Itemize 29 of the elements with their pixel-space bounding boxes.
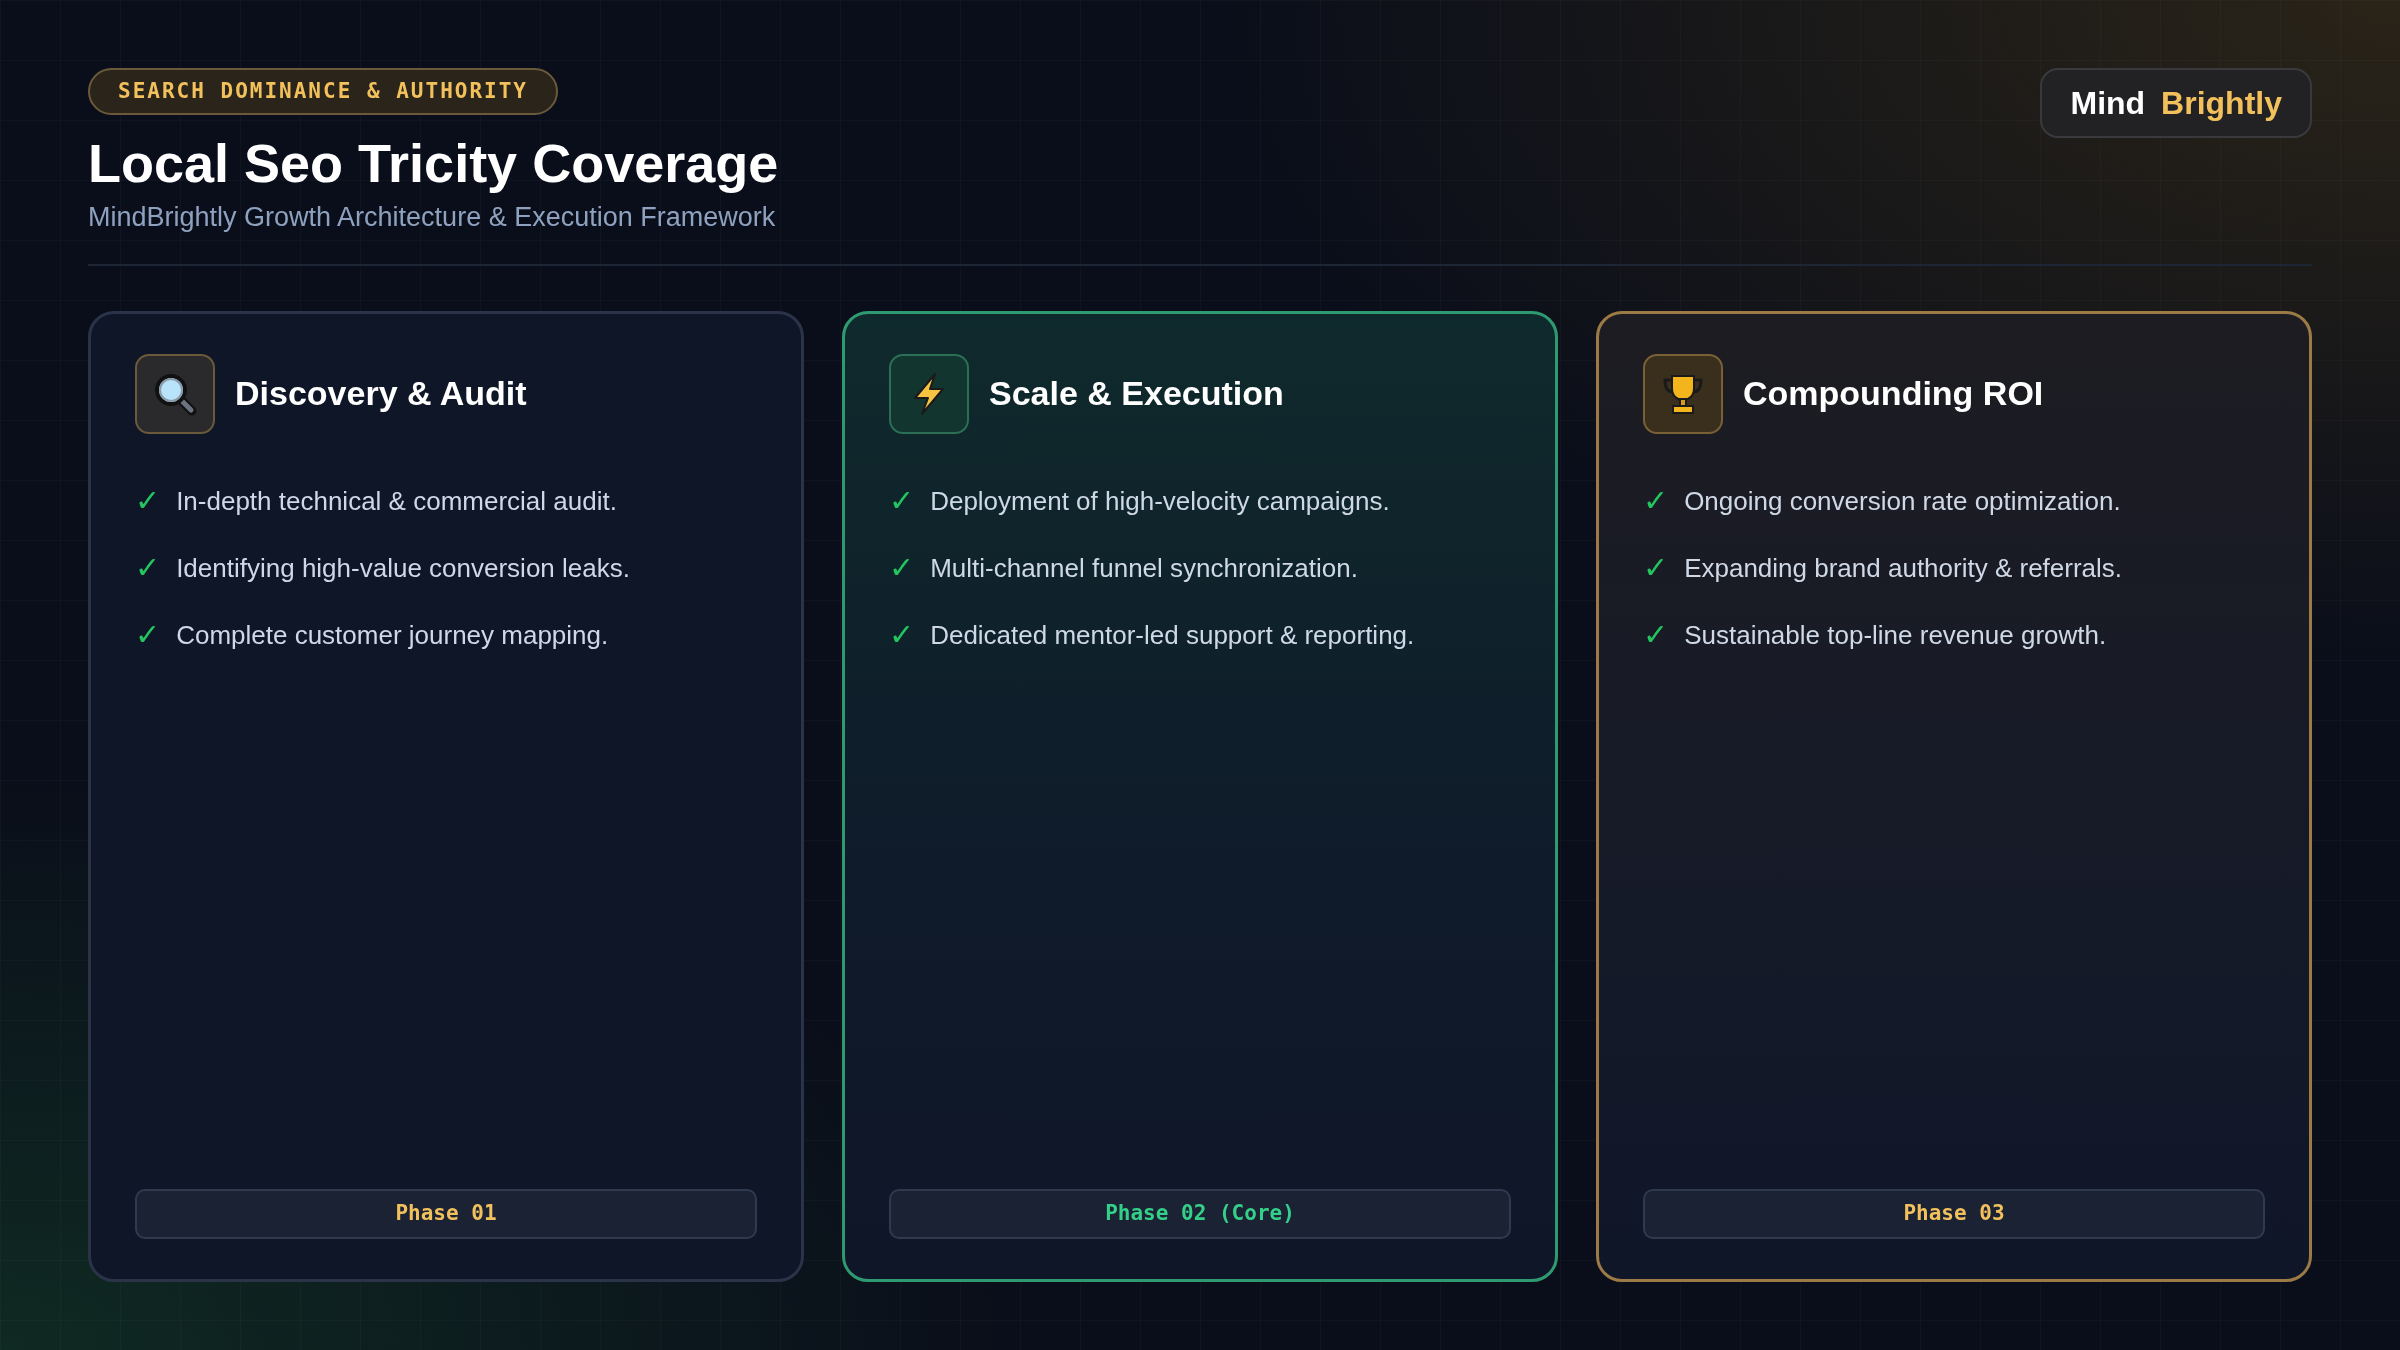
check-icon: ✓ <box>1643 553 1669 583</box>
bullet-text: Sustainable top-line revenue growth. <box>1684 618 2107 652</box>
bullet-text: Complete customer journey mapping. <box>176 618 609 652</box>
category-badge: SEARCH DOMINANCE & AUTHORITY <box>88 68 558 115</box>
bullet-text: Deployment of high-velocity campaigns. <box>930 484 1390 518</box>
card-title: Discovery & Audit <box>235 373 527 414</box>
bullet-text: Dedicated mentor-led support & reporting. <box>930 618 1415 652</box>
phase-label: Phase 03 <box>1643 1188 2265 1239</box>
bullet-text: Expanding brand authority & referrals. <box>1684 551 2123 585</box>
card-title: Compounding ROI <box>1743 373 2044 414</box>
check-icon: ✓ <box>1643 620 1669 650</box>
brand-logo: Mind Brightly <box>2040 68 2312 138</box>
check-icon: ✓ <box>1643 486 1669 516</box>
magnifier-icon <box>153 371 197 416</box>
bullet-text: In-depth technical & commercial audit. <box>176 484 617 518</box>
phase-label: Phase 01 <box>135 1188 757 1239</box>
check-icon: ✓ <box>889 486 915 516</box>
check-icon: ✓ <box>889 553 915 583</box>
check-icon: ✓ <box>889 620 915 650</box>
page-title: Local Seo Tricity Coverage <box>88 132 779 195</box>
bullet-text: Identifying high-value conversion leaks. <box>176 551 630 585</box>
card-title: Scale & Execution <box>989 373 1284 414</box>
page-subtitle: MindBrightly Growth Architecture & Execution Framework <box>88 201 776 234</box>
phase-label: Phase 02 (Core) <box>889 1188 1511 1239</box>
bullet-text: Multi-channel funnel synchronization. <box>930 551 1358 585</box>
bullet-text: Ongoing conversion rate optimization. <box>1684 484 2121 518</box>
check-icon: ✓ <box>135 553 161 583</box>
check-icon: ✓ <box>135 486 161 516</box>
check-icon: ✓ <box>135 620 161 650</box>
